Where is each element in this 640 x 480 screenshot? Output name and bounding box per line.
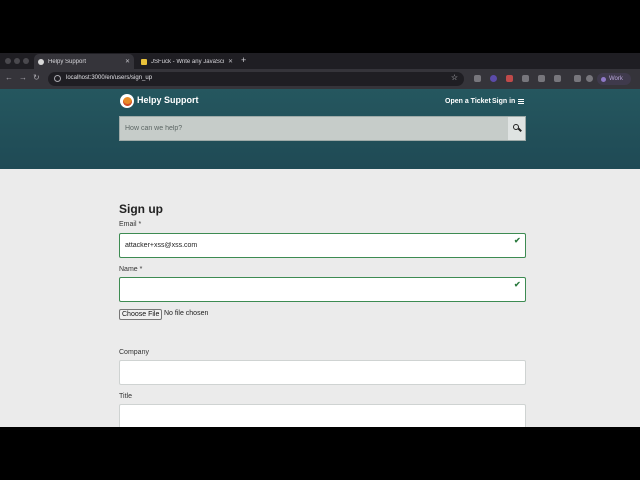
title-label: Title [119, 393, 132, 400]
email-label: Email * [119, 221, 142, 228]
address-url: localhost:3000/en/users/sign_up [66, 75, 153, 81]
open-ticket-link[interactable]: Open a Ticket [445, 98, 491, 105]
tab-close-icon[interactable]: ✕ [125, 58, 130, 65]
hamburger-menu-icon[interactable] [518, 99, 524, 104]
tab-strip: Helpy Support ✕ JSFuck - Write any JavaS… [0, 53, 640, 69]
company-field[interactable] [119, 360, 526, 385]
tab-title: Helpy Support [48, 58, 87, 65]
site-info-icon[interactable] [54, 75, 61, 82]
extension-icon[interactable] [538, 75, 545, 82]
extension-icon[interactable] [474, 75, 481, 82]
choose-file-button[interactable]: Choose File [119, 309, 163, 320]
heart-icon [122, 96, 132, 106]
sign-in-link[interactable]: Sign in [492, 98, 515, 105]
brand-name[interactable]: Helpy Support [137, 95, 199, 105]
page-title: Sign up [119, 202, 163, 216]
sidebar-toggle-icon[interactable] [574, 75, 581, 82]
profile-work-button[interactable]: Work [597, 73, 631, 85]
search-input[interactable] [120, 117, 509, 140]
profile-label: Work [609, 76, 623, 82]
jsfuck-favicon-icon [141, 58, 147, 65]
helpy-favicon-icon [38, 58, 44, 65]
address-bar[interactable]: localhost:3000/en/users/sign_up ☆ [48, 72, 464, 86]
new-tab-button[interactable]: + [241, 55, 246, 65]
tab-title: JSFuck - Write any JavaScript [151, 58, 224, 65]
company-label: Company [119, 349, 149, 356]
reload-icon[interactable]: ↻ [33, 73, 40, 82]
site-header: Helpy Support Open a Ticket Sign in [0, 89, 640, 169]
extension-icon[interactable] [490, 75, 497, 82]
file-status-text: No file chosen [164, 310, 209, 317]
browser-window: Helpy Support ✕ JSFuck - Write any JavaS… [0, 53, 640, 427]
extension-icon[interactable] [522, 75, 529, 82]
window-minimize-control[interactable] [14, 58, 20, 64]
forward-arrow-icon[interactable]: → [19, 73, 27, 82]
title-field[interactable] [119, 404, 526, 427]
tab-helpy-support[interactable]: Helpy Support ✕ [34, 54, 134, 69]
browser-toolbar: ← → ↻ localhost:3000/en/users/sign_up ☆ … [0, 69, 640, 89]
email-field[interactable] [119, 233, 526, 258]
helpy-logo-icon[interactable] [120, 94, 134, 108]
name-label: Name * [119, 266, 143, 273]
window-close-control[interactable] [5, 58, 11, 64]
profile-avatar-icon[interactable] [586, 75, 593, 82]
bookmark-star-icon[interactable]: ☆ [451, 73, 458, 82]
window-zoom-control[interactable] [23, 58, 29, 64]
extension-icon[interactable] [554, 75, 561, 82]
tab-close-icon[interactable]: ✕ [228, 58, 233, 65]
profile-dot-icon [601, 76, 606, 82]
name-valid-check-icon: ✔ [514, 280, 521, 289]
email-valid-check-icon: ✔ [514, 236, 521, 245]
name-field[interactable] [119, 277, 526, 302]
tab-jsfuck[interactable]: JSFuck - Write any JavaScript ✕ [137, 54, 237, 69]
back-arrow-icon[interactable]: ← [5, 73, 13, 82]
search-button[interactable] [508, 117, 525, 140]
extension-icon[interactable] [506, 75, 513, 82]
video-frame: Helpy Support ✕ JSFuck - Write any JavaS… [0, 0, 640, 480]
search-bar [119, 116, 526, 141]
